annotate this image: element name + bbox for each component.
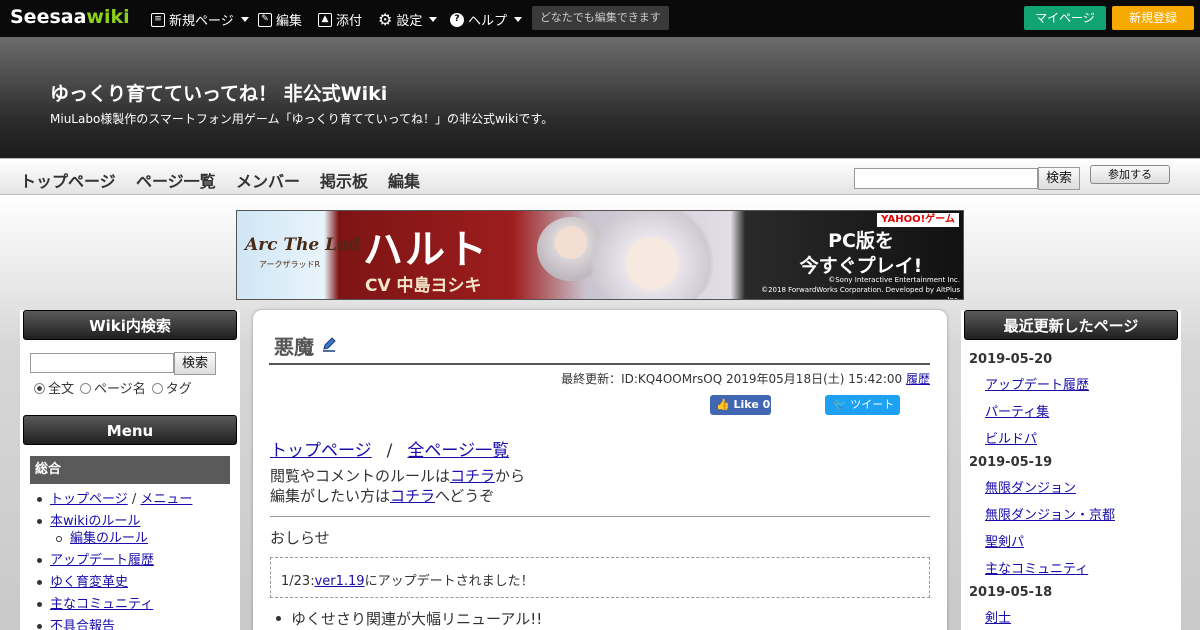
- attach-link[interactable]: ▲ 添付: [318, 10, 362, 29]
- list-item: アップデート履歴: [30, 552, 240, 569]
- list-item: トップページ / メニュー: [30, 491, 240, 508]
- recent-page-link[interactable]: 剣士: [985, 607, 1011, 626]
- join-button[interactable]: 参加する: [1090, 165, 1170, 184]
- banner-copyright: ©Sony Interactive Entertainment Inc. ©201…: [761, 276, 960, 300]
- recent-date: 2019-05-20: [969, 352, 1053, 367]
- twitter-bird-icon: 🐦: [833, 398, 851, 411]
- settings-menu[interactable]: ⚙ 設定: [378, 9, 438, 29]
- seesaa-wiki-logo[interactable]: Seesaawiki: [10, 6, 130, 28]
- recent-pages-heading: 最近更新したページ: [964, 310, 1178, 340]
- image-icon: ▲: [318, 12, 332, 27]
- thumbs-up-icon: 👍: [716, 398, 734, 411]
- ad-banner[interactable]: Arc The Lad アークザラッドR ハルト CV 中島ヨシキ YAHOO!…: [236, 210, 964, 300]
- tweet-button[interactable]: 🐦 ツイート: [825, 395, 900, 415]
- nav-top-page[interactable]: トップページ: [20, 168, 116, 192]
- menu-link-menu[interactable]: メニュー: [140, 492, 192, 507]
- nav-bbs[interactable]: 掲示板: [320, 168, 368, 192]
- register-button[interactable]: 新規登録: [1112, 6, 1194, 30]
- main-content: 悪魔 最終更新：ID:KQ4OOMrsOQ 2019年05月18日(土) 15:…: [253, 310, 947, 630]
- last-updated: 最終更新：ID:KQ4OOMrsOQ 2019年05月18日(土) 15:42:…: [561, 372, 930, 386]
- menu-category: 総合: [30, 456, 230, 484]
- edit-pencil-icon[interactable]: [321, 336, 337, 352]
- question-icon: ?: [450, 12, 464, 27]
- radio-tag[interactable]: タグ: [151, 378, 192, 397]
- chevron-down-icon: [514, 17, 523, 22]
- nav-edit[interactable]: 編集: [388, 168, 420, 192]
- nav-search-input[interactable]: [854, 168, 1038, 189]
- rules-text: 閲覧やコメントのルールはコチラから 編集がしたい方はコチラへどうぞ: [270, 467, 526, 505]
- recent-page-link[interactable]: アップデート履歴: [985, 374, 1089, 393]
- title-divider: [269, 363, 930, 365]
- menu-link-communities[interactable]: 主なコミュニティ: [50, 597, 153, 612]
- notice-box: 1/23:ver1.19にアップデートされました！: [270, 557, 930, 598]
- list-item: ゆく育変革史: [30, 574, 240, 591]
- facebook-like-button[interactable]: 👍 Like 0: [710, 395, 771, 415]
- wiki-search-button[interactable]: 検索: [174, 352, 216, 375]
- notice-heading: おしらせ: [270, 529, 330, 547]
- history-link[interactable]: 履歴: [906, 372, 930, 386]
- search-scope-radios: 全文 ページ名 タグ: [34, 378, 192, 397]
- radio-fulltext[interactable]: 全文: [34, 378, 74, 397]
- version-link[interactable]: ver1.19: [315, 574, 365, 589]
- edit-icon: ✎: [258, 12, 272, 27]
- chevron-down-icon: [429, 17, 438, 22]
- nav-members[interactable]: メンバー: [236, 168, 300, 192]
- recent-page-link[interactable]: 主なコミュニティ: [985, 558, 1088, 577]
- menu-heading: Menu: [23, 415, 237, 445]
- content-divider: [270, 516, 930, 517]
- wiki-search-heading: Wiki内検索: [23, 310, 237, 340]
- menu-link-bug-report[interactable]: 不具合報告: [50, 619, 115, 630]
- edit-guide-link[interactable]: コチラ: [390, 487, 435, 505]
- banner-game-logo-sub: アークザラッドR: [259, 260, 321, 269]
- edit-link[interactable]: ✎ 編集: [258, 10, 302, 29]
- right-sidebar: 最近更新したページ 2019-05-20 アップデート履歴 パーティ集 ビルドパ…: [961, 310, 1181, 630]
- breadcrumb-all-pages[interactable]: 全ページ一覧: [407, 441, 509, 461]
- list-item: 主なコミュニティ: [30, 596, 240, 613]
- new-page-menu[interactable]: ≡ 新規ページ: [151, 10, 249, 29]
- help-menu[interactable]: ? ヘルプ: [450, 10, 523, 29]
- banner-cv: CV 中島ヨシキ: [365, 276, 482, 296]
- page-title: 悪魔: [274, 335, 314, 359]
- recent-date: 2019-05-19: [969, 455, 1053, 470]
- menu-link-update-history[interactable]: アップデート履歴: [50, 553, 154, 568]
- chevron-down-icon: [240, 17, 249, 22]
- menu-link-top-page[interactable]: トップページ: [50, 492, 128, 507]
- recent-page-link[interactable]: 無限ダンジョン・京都: [985, 504, 1115, 523]
- site-subtitle: MiuLabo様製作のスマートフォン用ゲーム「ゆっくり育てていってね！」の非公式…: [50, 112, 554, 126]
- menu-link-edit-rules[interactable]: 編集のルール: [70, 531, 148, 546]
- recent-page-link[interactable]: 無限ダンジョン: [985, 477, 1076, 496]
- list-item: 本wikiのルール: [30, 513, 240, 530]
- banner-game-logo: Arc The Lad: [245, 235, 361, 255]
- gear-icon: ⚙: [378, 9, 393, 29]
- document-icon: ≡: [151, 12, 165, 27]
- radio-pagename[interactable]: ページ名: [80, 378, 146, 397]
- recent-page-link[interactable]: 聖剣パ: [985, 531, 1024, 550]
- menu-link-history[interactable]: ゆく育変革史: [50, 575, 128, 590]
- list-item: 不具合報告: [30, 618, 240, 630]
- list-item: 編集のルール: [30, 530, 240, 547]
- banner-character-portrait: [587, 211, 717, 299]
- site-navbar: トップページ ページ一覧 メンバー 掲示板 編集 検索 参加する: [0, 158, 1200, 195]
- yahoo-games-logo: YAHOO!ゲーム: [877, 213, 959, 227]
- list-item: ゆくせさり関連が大幅リニューアル!!: [275, 608, 542, 629]
- global-topbar: Seesaawiki ≡ 新規ページ ✎ 編集 ▲ 添付 ⚙ 設定 ? ヘルプ どなたでも…: [0, 0, 1200, 37]
- menu-link-rules[interactable]: 本wikiのルール: [50, 514, 140, 529]
- mypage-button[interactable]: マイページ: [1024, 6, 1106, 30]
- site-header: ゆっくり育てていってね！ 非公式Wiki MiuLabo様製作のスマートフォン用…: [0, 37, 1200, 158]
- recent-date: 2019-05-18: [969, 585, 1053, 600]
- anyone-can-edit-badge: どなたでも編集できます: [532, 6, 669, 30]
- site-title[interactable]: ゆっくり育てていってね！ 非公式Wiki: [50, 79, 387, 106]
- nav-search-button[interactable]: 検索: [1038, 167, 1080, 190]
- nav-page-list[interactable]: ページ一覧: [136, 168, 216, 192]
- rules-link[interactable]: コチラ: [450, 467, 495, 485]
- recent-page-link[interactable]: ビルドパ: [985, 428, 1037, 447]
- recent-page-link[interactable]: パーティ集: [985, 401, 1049, 420]
- menu-list: トップページ / メニュー 本wikiのルール 編集のルール アップデート履歴 …: [30, 491, 240, 630]
- wiki-search-input[interactable]: [30, 353, 174, 373]
- left-sidebar: Wiki内検索 検索 全文 ページ名 タグ Menu 総合 トップページ / メ…: [20, 310, 240, 630]
- banner-cta: PC版を 今すぐプレイ!: [799, 230, 923, 277]
- breadcrumb-top[interactable]: トップページ: [270, 441, 372, 461]
- breadcrumb: トップページ / 全ページ一覧: [270, 441, 510, 461]
- banner-character-name: ハルト: [363, 226, 489, 273]
